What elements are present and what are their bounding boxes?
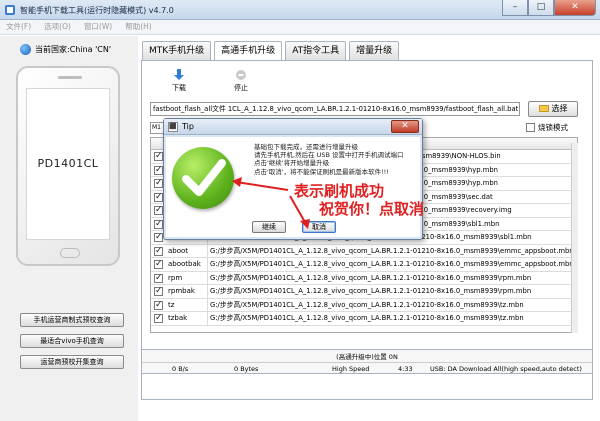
arrow-head-cancel: [300, 219, 310, 229]
arrow-to-check: [235, 181, 289, 191]
annotation-click-cancel: 祝贺你！点取消: [319, 200, 425, 218]
arrow-head-check: [232, 177, 242, 187]
annotation-arrows: [232, 177, 310, 229]
